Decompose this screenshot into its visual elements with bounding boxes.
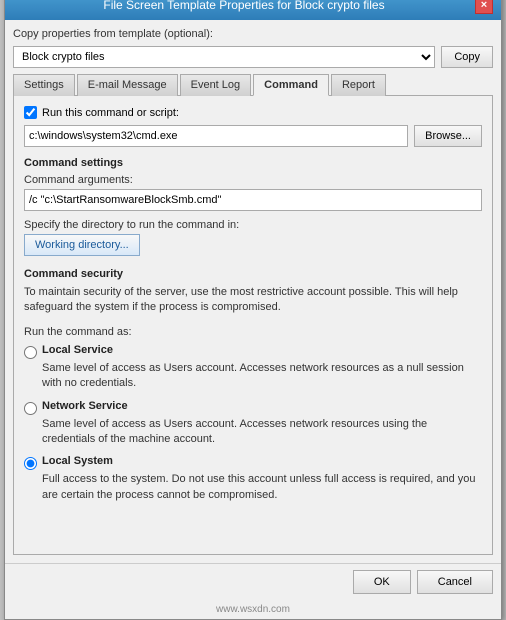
dir-label: Specify the directory to run the command… xyxy=(24,219,482,231)
title-bar: File Screen Template Properties for Bloc… xyxy=(5,0,501,20)
watermark: www.wsxdn.com xyxy=(5,602,501,619)
security-desc: To maintain security of the server, use … xyxy=(24,285,482,316)
ok-button[interactable]: OK xyxy=(353,570,411,594)
network-service-label: Network Service xyxy=(42,400,128,412)
tab-content: Run this command or script: Browse... Co… xyxy=(13,95,493,555)
security-title: Command security xyxy=(24,268,482,280)
tab-command[interactable]: Command xyxy=(253,74,329,96)
copy-label: Copy properties from template (optional)… xyxy=(13,28,213,40)
close-button[interactable]: × xyxy=(475,0,493,14)
window-body: Copy properties from template (optional)… xyxy=(5,20,501,563)
radio-local-system-row: Local System xyxy=(24,455,482,470)
network-service-radio[interactable] xyxy=(24,402,37,415)
command-settings-title: Command settings xyxy=(24,157,482,169)
tab-settings[interactable]: Settings xyxy=(13,74,75,96)
args-label: Command arguments: xyxy=(24,174,482,186)
args-input[interactable] xyxy=(24,189,482,211)
footer: OK Cancel xyxy=(5,563,501,602)
run-command-row: Run this command or script: xyxy=(24,106,482,119)
network-service-desc: Same level of access as Users account. A… xyxy=(42,417,482,448)
command-input-row: Browse... xyxy=(24,125,482,147)
tab-eventlog[interactable]: Event Log xyxy=(180,74,252,96)
local-service-radio[interactable] xyxy=(24,346,37,359)
run-as-label: Run the command as: xyxy=(24,326,482,338)
window-title: File Screen Template Properties for Bloc… xyxy=(13,0,475,12)
run-command-checkbox[interactable] xyxy=(24,106,37,119)
copy-select-row: Block crypto files Copy xyxy=(13,46,493,68)
command-input[interactable] xyxy=(24,125,408,147)
copy-button[interactable]: Copy xyxy=(441,46,493,68)
working-directory-button[interactable]: Working directory... xyxy=(24,234,140,256)
radio-local-system-group: Local System Full access to the system. … xyxy=(24,455,482,503)
radio-local-service-row: Local Service xyxy=(24,344,482,359)
local-system-desc: Full access to the system. Do not use th… xyxy=(42,472,482,503)
tab-report[interactable]: Report xyxy=(331,74,386,96)
template-dropdown[interactable]: Block crypto files xyxy=(13,46,435,68)
tab-email[interactable]: E-mail Message xyxy=(77,74,178,96)
radio-local-service-group: Local Service Same level of access as Us… xyxy=(24,344,482,392)
main-window: File Screen Template Properties for Bloc… xyxy=(4,0,502,620)
copy-properties-row: Copy properties from template (optional)… xyxy=(13,28,493,40)
cancel-button[interactable]: Cancel xyxy=(417,570,493,594)
local-system-label: Local System xyxy=(42,455,113,467)
local-service-label: Local Service xyxy=(42,344,113,356)
radio-network-service-group: Network Service Same level of access as … xyxy=(24,400,482,448)
tab-bar: Settings E-mail Message Event Log Comman… xyxy=(13,74,493,96)
run-command-label: Run this command or script: xyxy=(42,107,179,119)
radio-network-service-row: Network Service xyxy=(24,400,482,415)
local-service-desc: Same level of access as Users account. A… xyxy=(42,361,482,392)
browse-button[interactable]: Browse... xyxy=(414,125,482,147)
local-system-radio[interactable] xyxy=(24,457,37,470)
